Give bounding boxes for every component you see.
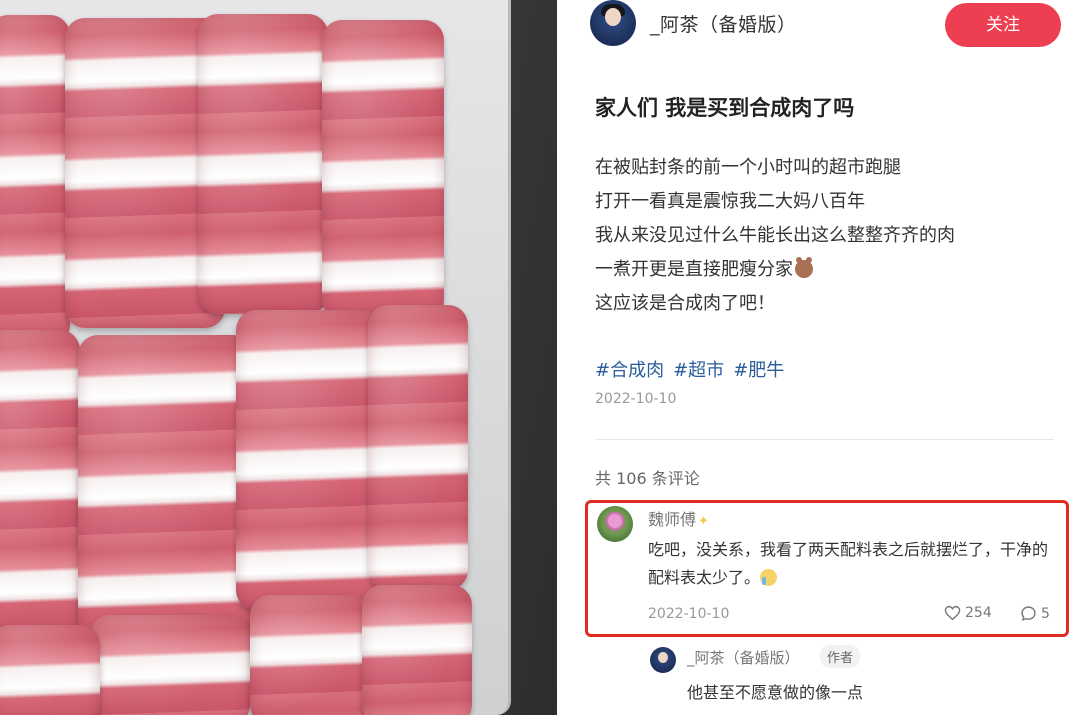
reply-button[interactable]: 5 — [1020, 605, 1050, 622]
crown-icon: ✦ — [698, 514, 709, 529]
hashtag[interactable]: #超市 — [673, 360, 724, 381]
like-count: 254 — [965, 605, 992, 621]
post-image[interactable] — [0, 0, 557, 715]
pig-face-emoji-icon — [795, 257, 813, 278]
lotus-flower-icon — [608, 514, 622, 528]
crying-emoji-icon — [760, 569, 778, 586]
meat-roll — [368, 305, 468, 590]
post-body: 在被贴封条的前一个小时叫的超市跑腿 打开一看真是震惊我二大妈八百年 我从来没见过… — [595, 151, 1035, 321]
post-title: 家人们 我是买到合成肉了吗 — [595, 96, 855, 120]
comment-body: 吃吧，没关系，我看了两天配料表之后就摆烂了，干净的配料表太少了。 — [648, 540, 1049, 587]
meat-roll — [198, 14, 328, 314]
meat-roll — [0, 15, 70, 345]
post-line-with-emoji: 一煮开更是直接肥瘦分家 — [595, 253, 1035, 287]
reply-count: 5 — [1041, 606, 1050, 622]
heart-icon — [944, 605, 961, 621]
post-line: 我从来没见过什么牛能长出这么整整齐齐的肉 — [595, 225, 955, 246]
hashtag-list: #合成肉 #超市 #肥牛 — [595, 356, 793, 382]
hashtag[interactable]: #肥牛 — [733, 360, 784, 381]
commenter-avatar[interactable] — [597, 506, 633, 542]
comment-text: 吃吧，没关系，我看了两天配料表之后就摆烂了，干净的配料表太少了。 — [648, 536, 1048, 592]
commenter-name[interactable]: 魏师傅 ✦ — [648, 506, 709, 530]
meat-roll — [90, 615, 250, 715]
post-line: 这应该是合成肉了吧！ — [595, 293, 775, 314]
avatar-face — [658, 652, 668, 663]
reply-author-name[interactable]: _阿茶（备婚版） — [687, 647, 800, 668]
meat-roll — [322, 20, 444, 320]
author-name[interactable]: _阿茶（备婚版） — [650, 10, 797, 37]
post-date: 2022-10-10 — [595, 391, 677, 407]
post-line: 打开一看真是震惊我二大妈八百年 — [595, 191, 865, 212]
post-line: 在被贴封条的前一个小时叫的超市跑腿 — [595, 157, 901, 178]
divider — [595, 439, 1054, 440]
meat-roll — [362, 585, 472, 715]
hashtag[interactable]: #合成肉 — [595, 360, 664, 381]
author-avatar[interactable] — [590, 0, 636, 46]
avatar-face — [605, 8, 621, 26]
author-badge: 作者 — [820, 645, 861, 668]
commenter-name-text: 魏师傅 — [648, 510, 697, 529]
reply-author-avatar[interactable] — [650, 647, 676, 673]
comment-bubble-icon — [1021, 606, 1036, 622]
meat-roll — [0, 330, 80, 660]
comment-date: 2022-10-10 — [648, 606, 730, 622]
reply-text: 他甚至不愿意做的像一点 — [687, 683, 864, 702]
meat-roll — [78, 335, 253, 655]
meat-roll — [0, 625, 100, 715]
post-line-text: 一煮开更是直接肥瘦分家 — [595, 259, 793, 280]
follow-button[interactable]: 关注 — [945, 3, 1061, 47]
comment-count: 共 106 条评论 — [595, 469, 700, 488]
meat-roll — [236, 310, 384, 610]
meat-roll — [250, 595, 372, 715]
like-button[interactable]: 254 — [944, 605, 992, 621]
